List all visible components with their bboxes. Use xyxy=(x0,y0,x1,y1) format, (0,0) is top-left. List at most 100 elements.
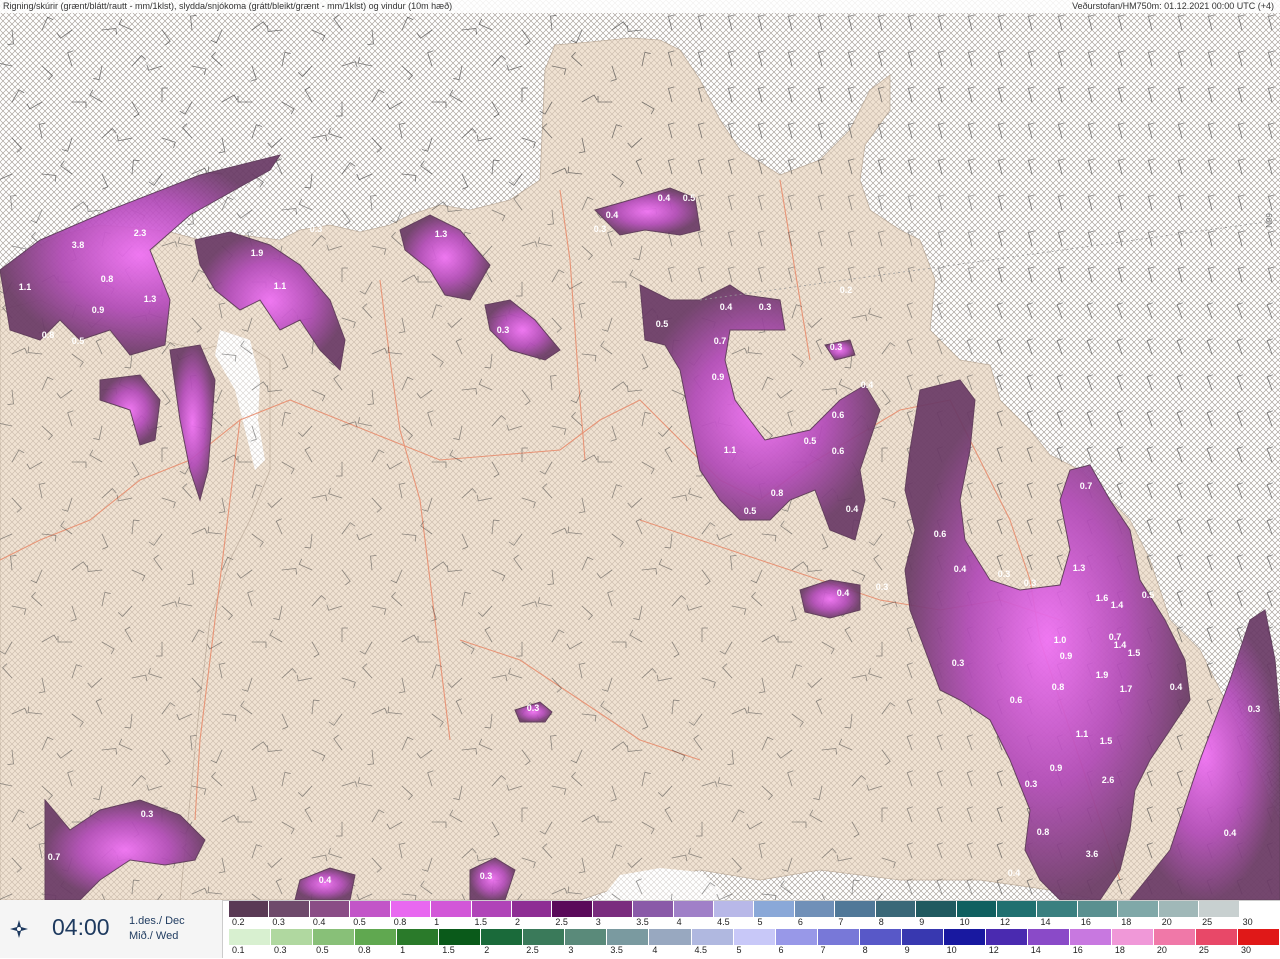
scale-swatch xyxy=(1069,929,1112,945)
scale-label: 7 xyxy=(820,945,826,955)
scale-swatch xyxy=(859,929,902,945)
scale-label: 14 xyxy=(1040,917,1051,927)
scale-swatch xyxy=(309,901,351,917)
scale-label: 20 xyxy=(1156,945,1167,955)
rain-color-scale xyxy=(229,929,1280,945)
scale-swatch xyxy=(714,901,755,917)
scale-swatch xyxy=(1239,901,1280,917)
precip-value-label: 0.3 xyxy=(527,703,540,713)
scale-label: 25 xyxy=(1202,917,1213,927)
scale-swatch xyxy=(901,929,944,945)
scale-label: 14 xyxy=(1030,945,1041,955)
precip-value-label: 0.3 xyxy=(141,809,154,819)
precip-value-label: 0.3 xyxy=(952,658,965,668)
precip-value-label: 1.1 xyxy=(724,445,737,455)
precip-value-label: 0.7 xyxy=(48,852,61,862)
scale-swatch xyxy=(943,929,986,945)
precip-value-label: 1.6 xyxy=(1096,593,1109,603)
precip-value-label: 0.5 xyxy=(1142,590,1155,600)
forecast-time: 04:00 xyxy=(52,914,110,940)
precip-value-label: 0.6 xyxy=(1010,695,1023,705)
scale-swatch xyxy=(916,901,957,917)
scale-swatch xyxy=(565,929,608,945)
compass-icon[interactable] xyxy=(8,918,30,940)
precip-value-label: 0.3 xyxy=(759,302,772,312)
precip-value-label: 0.3 xyxy=(876,582,889,592)
precip-value-label: 1.1 xyxy=(274,281,287,291)
scale-label: 25 xyxy=(1198,945,1209,955)
scale-label: 2 xyxy=(484,945,490,955)
scale-label: 12 xyxy=(1000,917,1011,927)
scale-swatch xyxy=(985,929,1028,945)
precip-value-label: 0.9 xyxy=(92,305,105,315)
scale-label: 8 xyxy=(862,945,868,955)
scale-swatch xyxy=(1111,929,1155,945)
scale-swatch xyxy=(649,929,692,945)
scale-label: 0.4 xyxy=(312,917,326,927)
scale-label: 1.5 xyxy=(474,917,488,927)
precip-value-label: 1.9 xyxy=(251,248,264,258)
precip-value-label: 0.3 xyxy=(998,569,1011,579)
scale-label: 0.3 xyxy=(272,917,285,927)
scale-swatch xyxy=(397,929,440,945)
model-run-info: Veðurstofan/HM750m: 01.12.2021 00:00 UTC… xyxy=(1072,1,1274,11)
scale-label: 6 xyxy=(778,945,784,955)
precip-value-label: 1.7 xyxy=(1120,684,1133,694)
precip-value-label: 0.5 xyxy=(72,336,85,346)
precip-value-label: 0.4 xyxy=(954,564,967,574)
scale-label: 3.5 xyxy=(636,917,649,927)
scale-swatch xyxy=(607,929,650,945)
precip-value-label: 0.3 xyxy=(497,325,510,335)
precip-value-label: 0.6 xyxy=(934,529,947,539)
scale-label: 7 xyxy=(838,917,844,927)
precip-value-label: 0.8 xyxy=(1052,682,1065,692)
scale-swatch xyxy=(1154,929,1197,945)
scale-swatch xyxy=(471,901,512,917)
scale-label: 4.5 xyxy=(694,945,707,955)
snow-scale-labels: 0.2 0.3 0.4 0.5 0.8 1 1.5 2 2.5 3 3.5 4 4.5 5 6 7 8 9 10 12… xyxy=(229,917,1280,929)
precip-value-label: 0.4 xyxy=(658,193,671,203)
scale-swatch xyxy=(1158,901,1200,917)
time-panel[interactable] xyxy=(0,900,223,958)
scale-swatch xyxy=(229,929,272,945)
scale-label: 1.5 xyxy=(442,945,455,955)
scale-label: 18 xyxy=(1114,945,1125,955)
scale-label: 4.5 xyxy=(717,917,730,927)
precip-value-label: 0.9 xyxy=(712,372,725,382)
precip-value-label: 1.3 xyxy=(144,294,157,304)
scale-swatch xyxy=(511,901,553,917)
precip-value-label: 0.4 xyxy=(1224,828,1237,838)
scale-swatch xyxy=(523,929,566,945)
precip-value-label: 0.7 xyxy=(714,336,727,346)
scale-label: 5 xyxy=(757,917,763,927)
scale-swatch xyxy=(875,901,917,917)
precip-value-label: 1.4 xyxy=(1111,600,1124,610)
scale-swatch xyxy=(997,901,1038,917)
scale-label: 0.8 xyxy=(393,917,407,927)
scale-swatch xyxy=(439,929,482,945)
scale-swatch xyxy=(956,901,998,917)
scale-swatch xyxy=(1238,929,1280,945)
scale-label: 2.5 xyxy=(526,945,539,955)
precip-value-label: 0.3 xyxy=(1024,578,1037,588)
precip-value-label: 0.8 xyxy=(42,330,55,340)
weather-map[interactable]: 3.8 2.3 1.1 0.8 0.9 1.3 0.8 0.5 1.9 1.1 0.3 1.3 0.4 0… xyxy=(0,0,1280,900)
scale-swatch xyxy=(592,901,634,917)
scale-swatch xyxy=(633,901,674,917)
precip-value-label: 0.9 xyxy=(1060,651,1073,661)
scale-label: 8 xyxy=(878,917,884,927)
precip-value-label: 0.6 xyxy=(832,446,845,456)
scale-swatch xyxy=(269,901,310,917)
precip-value-label: 0.4 xyxy=(846,504,859,514)
scale-swatch xyxy=(794,901,836,917)
precip-value-label: 1.0 xyxy=(1054,635,1067,645)
forecast-weekday: Mið./ Wed xyxy=(129,930,179,942)
scale-swatch xyxy=(1037,901,1078,917)
scale-label: 10 xyxy=(946,945,957,955)
scale-label: 9 xyxy=(904,945,910,955)
scale-label: 2.5 xyxy=(555,917,568,927)
precip-value-label: 1.1 xyxy=(19,282,32,292)
scale-label: 0.5 xyxy=(353,917,366,927)
map-title: Rigning/skúrir (grænt/blátt/rautt - mm/1… xyxy=(3,1,453,11)
scale-label: 30 xyxy=(1240,945,1251,955)
